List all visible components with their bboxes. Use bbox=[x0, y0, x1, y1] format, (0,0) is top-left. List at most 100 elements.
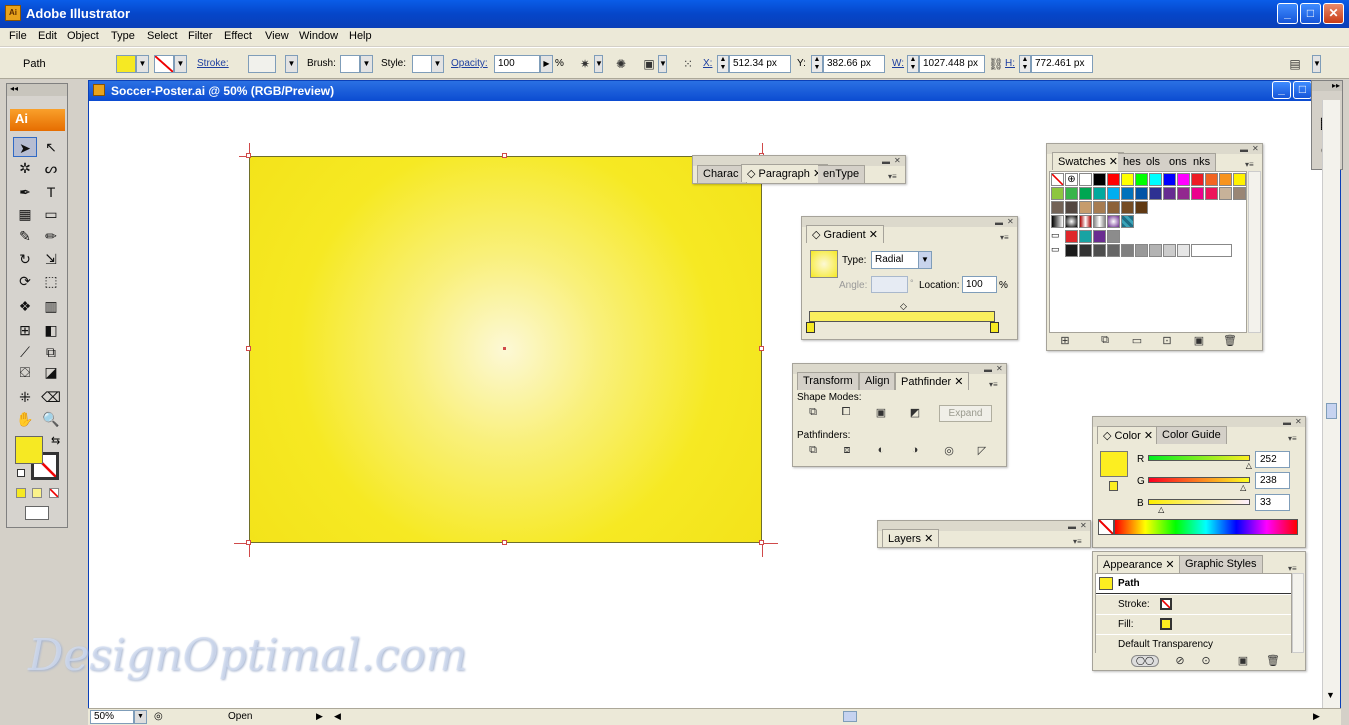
menu-window[interactable]: Window bbox=[299, 30, 338, 42]
resize-handle[interactable] bbox=[759, 346, 764, 351]
tab-links[interactable]: nks bbox=[1188, 153, 1217, 171]
zoom-dropdown-icon[interactable]: ▼ bbox=[134, 710, 147, 724]
scroll-thumb[interactable] bbox=[1326, 403, 1337, 419]
stroke-color-dropdown[interactable]: ▼ bbox=[174, 55, 187, 73]
swatch-color[interactable] bbox=[1149, 173, 1162, 186]
swatch-color[interactable] bbox=[1149, 187, 1162, 200]
direct-selection-tool-icon[interactable]: ↖ bbox=[39, 137, 63, 157]
panel-close-icon[interactable]: ✕ bbox=[1252, 144, 1259, 153]
swatch-color[interactable] bbox=[1093, 187, 1106, 200]
swatch-color[interactable] bbox=[1191, 187, 1204, 200]
live-paint-tool-icon[interactable]: ⛋ bbox=[13, 362, 37, 382]
gradient-stop-left[interactable] bbox=[806, 322, 815, 333]
fill-swatch[interactable] bbox=[116, 55, 136, 73]
doc-restore-icon[interactable]: □ bbox=[1293, 81, 1312, 99]
swatch-color[interactable] bbox=[1079, 187, 1092, 200]
swatch-color[interactable] bbox=[1233, 187, 1246, 200]
resize-handle[interactable] bbox=[246, 540, 251, 545]
tab-gradient[interactable]: ◇ Gradient ✕ bbox=[806, 225, 884, 243]
tab-swatches[interactable]: Swatches ✕ bbox=[1052, 152, 1124, 170]
show-kinds-icon[interactable]: ⧉ bbox=[1097, 334, 1113, 348]
line-tool-icon[interactable]: ▦ bbox=[13, 204, 37, 224]
swatch-color[interactable] bbox=[1065, 187, 1078, 200]
pencil-tool-icon[interactable]: ✏ bbox=[39, 226, 63, 246]
swatch-color[interactable] bbox=[1051, 201, 1064, 214]
panel-menu-icon[interactable]: ▾≡ bbox=[1073, 537, 1082, 546]
w-label[interactable]: W: bbox=[892, 58, 904, 69]
align-icon[interactable]: ▣ bbox=[640, 56, 658, 72]
isolate-icon[interactable]: ✺ bbox=[612, 56, 630, 72]
swatch-color[interactable] bbox=[1093, 230, 1106, 243]
swatch-grey[interactable] bbox=[1093, 244, 1106, 257]
swatch-color[interactable] bbox=[1219, 173, 1232, 186]
panel-minimize-icon[interactable]: ▬ bbox=[1283, 418, 1291, 427]
y-stepper[interactable]: ▲ ▼ bbox=[811, 55, 823, 73]
g-field[interactable]: 238 bbox=[1255, 472, 1290, 489]
delete-item-icon[interactable]: 🗑 bbox=[1265, 654, 1281, 668]
gradient-type-dropdown-icon[interactable]: ▼ bbox=[918, 251, 932, 269]
none-color-icon[interactable] bbox=[1098, 519, 1114, 535]
swatch-color[interactable] bbox=[1107, 201, 1120, 214]
panel-menu-icon[interactable]: ▾≡ bbox=[1288, 564, 1297, 573]
tab-symbols[interactable]: ols bbox=[1141, 153, 1167, 171]
panel-menu-icon[interactable]: ▾≡ bbox=[989, 380, 998, 389]
clear-appearance-icon[interactable]: ⊙ bbox=[1198, 654, 1214, 668]
panel-menu-icon[interactable]: ▾≡ bbox=[1245, 160, 1254, 169]
menu-edit[interactable]: Edit bbox=[38, 30, 57, 42]
new-art-maintains-appearance-icon[interactable]: ◯◯ bbox=[1131, 655, 1159, 667]
fill-color-box[interactable] bbox=[15, 436, 43, 464]
swatch-grey[interactable] bbox=[1135, 244, 1148, 257]
swatch-color[interactable] bbox=[1219, 187, 1232, 200]
appearance-transparency-row[interactable]: Default Transparency bbox=[1096, 635, 1291, 653]
swatch-color[interactable] bbox=[1163, 187, 1176, 200]
doc-minimize-icon[interactable]: _ bbox=[1272, 81, 1291, 99]
resize-handle[interactable] bbox=[502, 153, 507, 158]
appearance-fill-swatch[interactable] bbox=[1160, 618, 1172, 630]
swatch-pattern[interactable] bbox=[1121, 215, 1134, 228]
swatch-gradient[interactable] bbox=[1051, 215, 1064, 228]
tab-color[interactable]: ◇ Color ✕ bbox=[1097, 426, 1160, 444]
bridge-icon[interactable]: ▤ bbox=[1286, 56, 1304, 72]
close-icon[interactable]: ✕ bbox=[1323, 3, 1344, 24]
symbol-sprayer-tool-icon[interactable]: ❖ bbox=[13, 296, 37, 316]
tab-opentype[interactable]: enType bbox=[818, 165, 866, 183]
swatch-grey[interactable] bbox=[1107, 244, 1120, 257]
h-stepper[interactable]: ▲ ▼ bbox=[1019, 55, 1031, 73]
panel-minimize-icon[interactable]: ▬ bbox=[995, 218, 1003, 227]
swatch-color[interactable] bbox=[1135, 187, 1148, 200]
swatch-grey[interactable] bbox=[1121, 244, 1134, 257]
tab-align[interactable]: Align bbox=[859, 372, 896, 390]
w-field[interactable]: 1027.448 px bbox=[919, 55, 985, 73]
menu-help[interactable]: Help bbox=[349, 30, 372, 42]
brush-field[interactable] bbox=[340, 55, 360, 73]
vertical-scrollbar[interactable]: ▼ bbox=[1322, 100, 1340, 708]
color-mode-icon[interactable] bbox=[16, 488, 26, 498]
free-transform-tool-icon[interactable]: ⬚ bbox=[39, 271, 63, 291]
scroll-left-icon[interactable]: ◀ bbox=[334, 711, 341, 722]
swatch-color[interactable] bbox=[1093, 173, 1106, 186]
swatch-color[interactable] bbox=[1121, 173, 1134, 186]
swatch-grey[interactable] bbox=[1149, 244, 1162, 257]
intersect-icon[interactable]: ▣ bbox=[873, 406, 889, 420]
style-field[interactable] bbox=[412, 55, 432, 73]
paintbrush-tool-icon[interactable]: ✎ bbox=[13, 226, 37, 246]
eraser-tool-icon[interactable]: ⌫ bbox=[39, 387, 63, 407]
menu-view[interactable]: View bbox=[265, 30, 289, 42]
swatch-color[interactable] bbox=[1205, 173, 1218, 186]
screen-mode-icon[interactable] bbox=[25, 506, 49, 520]
x-stepper[interactable]: ▲ ▼ bbox=[717, 55, 729, 73]
g-slider[interactable] bbox=[1148, 477, 1250, 483]
swatch-options-icon[interactable]: ▭ bbox=[1129, 334, 1145, 348]
rectangle-tool-icon[interactable]: ▭ bbox=[39, 204, 63, 224]
resize-handle[interactable] bbox=[502, 540, 507, 545]
r-slider[interactable] bbox=[1148, 455, 1250, 461]
tab-graphic-styles-panel[interactable]: Graphic Styles bbox=[1179, 555, 1263, 573]
panel-close-icon[interactable]: ✕ bbox=[1007, 217, 1014, 226]
swatch-color[interactable] bbox=[1107, 173, 1120, 186]
swatch-registration[interactable]: ⊕ bbox=[1065, 173, 1078, 186]
trim-icon[interactable]: ⧈ bbox=[839, 444, 855, 458]
y-field[interactable]: 382.66 px bbox=[823, 55, 885, 73]
menu-file[interactable]: File bbox=[9, 30, 27, 42]
tab-pathfinder[interactable]: Pathfinder ✕ bbox=[895, 372, 970, 390]
mesh-tool-icon[interactable]: ⊞ bbox=[13, 320, 37, 340]
